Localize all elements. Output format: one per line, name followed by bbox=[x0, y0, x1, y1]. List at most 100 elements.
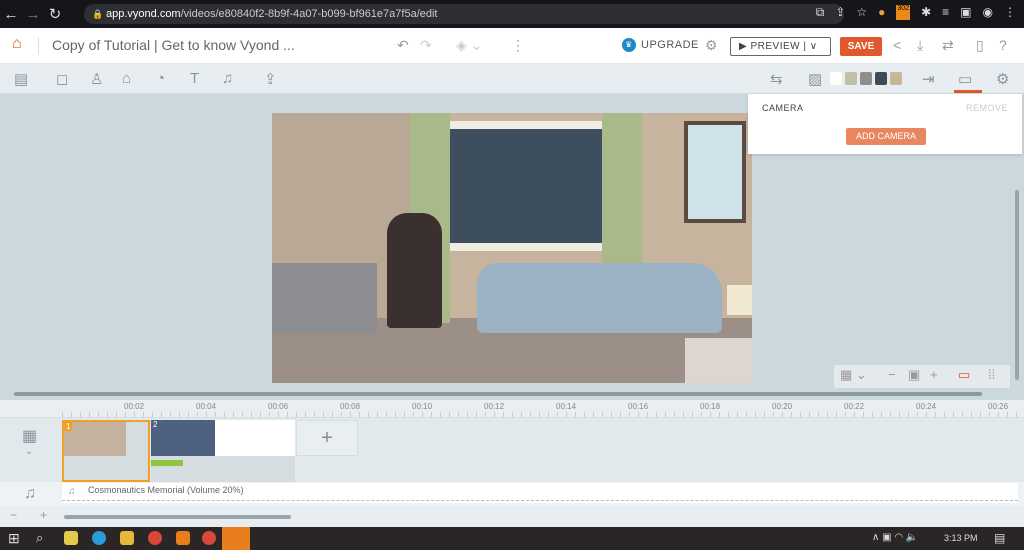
image-icon[interactable]: ▨ bbox=[808, 70, 822, 88]
sidebar-icon[interactable]: ▣ bbox=[960, 5, 971, 20]
upload-icon[interactable]: ⇪ bbox=[264, 70, 277, 88]
menu-icon[interactable]: ⋮ bbox=[1004, 5, 1016, 20]
profile-avatar[interactable]: ◉ bbox=[983, 5, 993, 20]
color-swatch[interactable] bbox=[830, 72, 842, 85]
windows-start-icon[interactable]: ⊞ bbox=[8, 530, 20, 547]
ruler-tick-label: 00:22 bbox=[844, 402, 865, 411]
audio-track[interactable]: ♫ Cosmonautics Memorial (Volume 20%) bbox=[62, 483, 1018, 503]
more-icon[interactable]: ⋮ bbox=[511, 37, 525, 54]
back-icon[interactable]: ← bbox=[0, 6, 22, 23]
grid-view-icon[interactable]: ⁞⁞ bbox=[988, 367, 995, 382]
ruler-minor-tick bbox=[728, 412, 729, 417]
file-explorer-icon[interactable] bbox=[120, 531, 134, 545]
undo-icon[interactable]: ↶ bbox=[397, 37, 409, 54]
chevron-down-icon[interactable]: ⌄ bbox=[25, 446, 33, 457]
edge-icon[interactable] bbox=[92, 531, 106, 545]
convert-icon[interactable]: ⇄ bbox=[942, 37, 954, 54]
chrome-active-icon[interactable] bbox=[202, 531, 216, 545]
grid-icon[interactable]: ▦ ⌄ bbox=[840, 367, 867, 383]
ruler-tick-label: 00:20 bbox=[772, 402, 793, 411]
remove-camera-button[interactable]: REMOVE bbox=[966, 103, 1008, 113]
scene-thumbnail-1[interactable]: 1 bbox=[62, 420, 150, 482]
help-icon[interactable]: ? bbox=[999, 37, 1007, 53]
audio-icon[interactable]: ♫ bbox=[222, 70, 233, 87]
ruler-minor-tick bbox=[179, 412, 180, 417]
puzzle-icon[interactable]: ✱ bbox=[921, 5, 931, 20]
extension-icon[interactable]: ● bbox=[878, 5, 885, 20]
ruler-minor-tick bbox=[494, 412, 495, 417]
notification-icon[interactable]: ▤ bbox=[994, 531, 1005, 545]
color-swatch[interactable] bbox=[890, 72, 902, 85]
zoom-out-icon[interactable]: − bbox=[888, 367, 896, 382]
zoom-app-icon[interactable] bbox=[222, 527, 250, 550]
media-icon[interactable]: ≡ bbox=[942, 5, 949, 20]
forward-icon[interactable]: → bbox=[22, 6, 44, 23]
share-icon[interactable]: < bbox=[893, 37, 901, 53]
add-scene-button[interactable]: + bbox=[296, 420, 358, 456]
ruler-minor-tick bbox=[305, 412, 306, 417]
system-tray-icons[interactable]: ∧ ▣ ◠ 🔈 bbox=[872, 532, 918, 543]
ruler-minor-tick bbox=[674, 412, 675, 417]
translate-icon[interactable]: ⧉ bbox=[816, 5, 825, 20]
frame-view-icon[interactable]: ▭ bbox=[958, 367, 970, 383]
ruler-minor-tick bbox=[1016, 412, 1017, 417]
address-bar[interactable]: 🔒 app.vyond.com/videos/e80840f2-8b9f-4a07… bbox=[84, 4, 844, 24]
layers-icon[interactable]: ◈ ⌄ bbox=[456, 37, 482, 54]
ruler-minor-tick bbox=[170, 412, 171, 417]
chrome-icon[interactable] bbox=[148, 531, 162, 545]
ruler-minor-tick bbox=[377, 412, 378, 417]
lock-icon: 🔒 bbox=[92, 9, 104, 19]
settings-icon[interactable]: ⚙ bbox=[705, 37, 718, 54]
color-swatch[interactable] bbox=[845, 72, 857, 85]
bookmark-star-icon[interactable]: ☆ bbox=[856, 5, 867, 20]
redo-icon[interactable]: ↷ bbox=[420, 37, 432, 54]
timeline-ruler[interactable]: 00:02 00:04 00:06 00:08 00:10 00:12 00:14 00:16… bbox=[0, 400, 1024, 418]
ruler-minor-tick bbox=[782, 412, 783, 417]
notes-icon[interactable]: ▯ bbox=[976, 37, 984, 54]
reload-icon[interactable]: ↻ bbox=[44, 5, 66, 23]
props-icon[interactable]: ⌂ bbox=[122, 70, 131, 87]
clock[interactable]: 3:13 PM bbox=[944, 533, 978, 543]
horizontal-scrollbar[interactable] bbox=[14, 392, 982, 396]
camera-icon[interactable]: ▭ bbox=[958, 70, 972, 88]
vertical-scrollbar[interactable] bbox=[1015, 190, 1019, 380]
scene-thumbnail-2[interactable]: 2 bbox=[151, 420, 295, 482]
ruler-minor-tick bbox=[80, 412, 81, 417]
add-camera-button[interactable]: ADD CAMERA bbox=[846, 128, 926, 145]
swap-icon[interactable]: ⇆ bbox=[770, 70, 783, 88]
download-icon[interactable]: ⤓ bbox=[917, 37, 923, 54]
timeline-zoom-out-icon[interactable]: − bbox=[10, 508, 17, 522]
ruler-minor-tick bbox=[566, 412, 567, 417]
ruler-minor-tick bbox=[197, 412, 198, 417]
scene-canvas[interactable] bbox=[272, 113, 752, 383]
extension-badge[interactable]: 302 bbox=[896, 5, 911, 20]
background-icon[interactable]: ◻ bbox=[56, 70, 68, 88]
preview-button[interactable]: ▶ PREVIEW | ∨ bbox=[730, 37, 831, 56]
enter-icon[interactable]: ⇥ bbox=[922, 70, 935, 88]
timeline-zoom-in-icon[interactable]: + bbox=[40, 508, 47, 522]
fit-icon[interactable]: ▣ bbox=[908, 367, 920, 383]
timeline-scrollbar[interactable] bbox=[64, 515, 291, 519]
ruler-minor-tick bbox=[845, 412, 846, 417]
home-icon[interactable]: ⌂ bbox=[12, 35, 22, 53]
chart-icon[interactable]: ◔ bbox=[156, 70, 165, 87]
share-icon[interactable]: ⇪ bbox=[835, 5, 845, 20]
zoom-in-icon[interactable]: + bbox=[930, 367, 938, 382]
app-icon[interactable] bbox=[176, 531, 190, 545]
character-icon[interactable]: ♙ bbox=[90, 70, 103, 88]
search-icon[interactable]: ⌕ bbox=[36, 530, 43, 546]
color-swatch[interactable] bbox=[860, 72, 872, 85]
text-icon[interactable]: T bbox=[190, 70, 199, 87]
url-path: /videos/e80840f2-8b9f-4a07-b099-bf961e7a… bbox=[180, 8, 438, 20]
transition-bar[interactable] bbox=[151, 460, 183, 466]
settings-icon[interactable]: ⚙ bbox=[996, 70, 1009, 88]
ruler-minor-tick bbox=[539, 412, 540, 417]
store-icon[interactable] bbox=[64, 531, 78, 545]
template-icon[interactable]: ▤ bbox=[14, 70, 28, 88]
save-button[interactable]: SAVE bbox=[840, 37, 882, 56]
ruler-minor-tick bbox=[206, 412, 207, 417]
video-title[interactable]: Copy of Tutorial | Get to know Vyond ... bbox=[52, 37, 295, 53]
color-swatch[interactable] bbox=[875, 72, 887, 85]
burglar-character[interactable] bbox=[387, 213, 442, 328]
upgrade-button[interactable]: ♛ UPGRADE bbox=[622, 38, 699, 52]
